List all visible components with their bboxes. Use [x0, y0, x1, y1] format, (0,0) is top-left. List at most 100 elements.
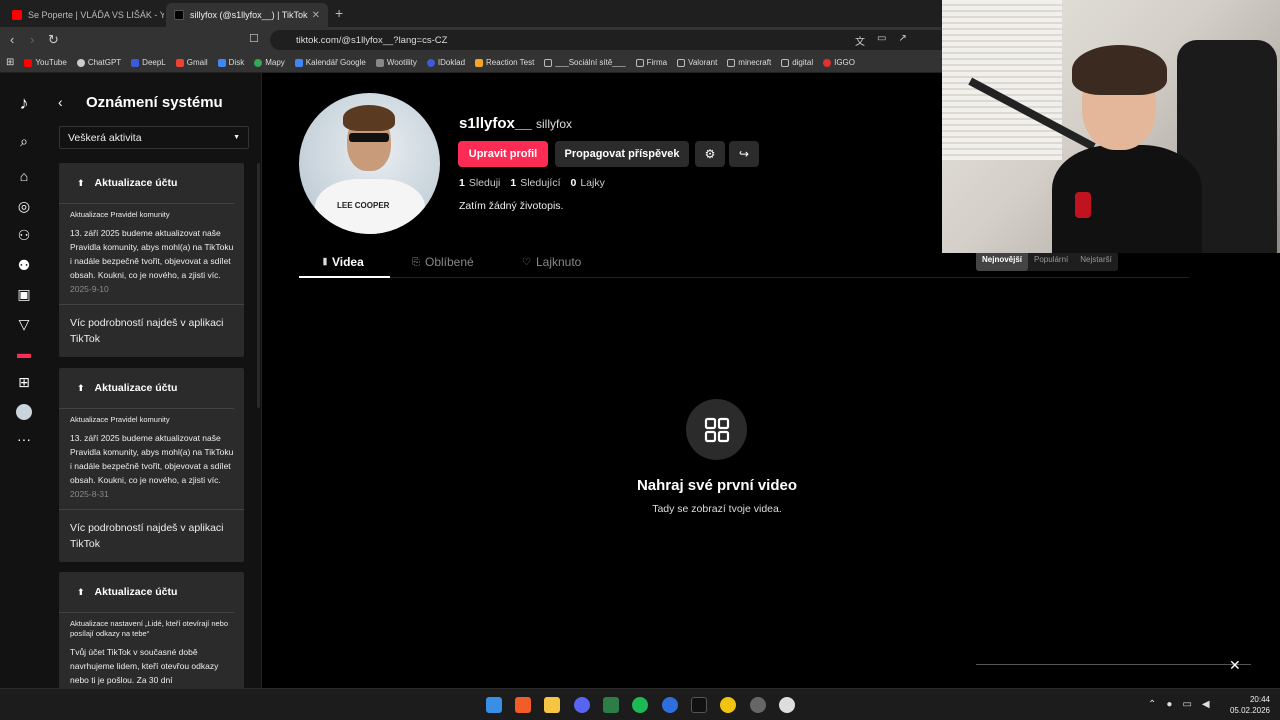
card-body: 13. září 2025 budeme aktualizovat naše P…: [70, 432, 234, 499]
tiktok-logo-icon[interactable]: ♪: [14, 93, 34, 113]
friends-icon[interactable]: ⚉: [14, 255, 34, 275]
notification-card: ⬆ Aktualizace účtu Aktualizace Pravidel k…: [59, 368, 244, 562]
spotify-icon[interactable]: [632, 697, 648, 713]
settings-gear-icon[interactable]: [779, 697, 795, 713]
sort-newest[interactable]: Nejnovější: [976, 251, 1029, 271]
translate-icon[interactable]: 文: [855, 33, 865, 48]
bookmark-item[interactable]: Mapy: [254, 58, 285, 67]
upload-icon[interactable]: ⊞: [14, 372, 34, 392]
profile-avatar-icon[interactable]: [14, 401, 34, 421]
windows-start-icon[interactable]: [486, 697, 502, 713]
following-icon[interactable]: ⚇: [14, 225, 34, 245]
windows-taskbar: ⌃ ● ▭ ◀ 20:44 05.02.2026: [0, 688, 1280, 720]
idoklad-icon: [426, 58, 435, 67]
card-date: 2025-8-31: [70, 488, 109, 499]
clock-date: 05.02.2026: [1229, 706, 1270, 715]
share-profile-icon[interactable]: ↪: [729, 141, 759, 167]
bookmark-icon[interactable]: ☐: [249, 32, 259, 45]
home-icon[interactable]: ⌂: [14, 166, 34, 186]
share-icon[interactable]: ↗: [898, 33, 906, 48]
bookmark-folder[interactable]: digital: [781, 58, 813, 67]
youtube-icon: [12, 10, 22, 20]
profile-avatar[interactable]: LEE COOPER: [299, 93, 440, 234]
messages-icon[interactable]: ▽: [14, 314, 34, 334]
bookmark-item[interactable]: Kalendář Google: [294, 58, 366, 67]
back-arrow-icon[interactable]: ‹: [58, 94, 63, 110]
sort-oldest[interactable]: Nejstarší: [1074, 251, 1118, 271]
wootility-icon: [375, 58, 384, 67]
followers-stat[interactable]: 1 Sledující: [510, 177, 560, 189]
volume-icon[interactable]: ◀: [1202, 699, 1210, 710]
folder-icon: [727, 58, 736, 67]
notification-card: ⬆ Aktualizace účtu Aktualizace Pravidel k…: [59, 163, 244, 357]
bookmark-folder[interactable]: minecraft: [727, 58, 771, 67]
sort-popular[interactable]: Populární: [1028, 251, 1074, 271]
activity-filter-dropdown[interactable]: Veškerá aktivita ▼: [59, 126, 249, 149]
taskbar-clock[interactable]: 20:44 05.02.2026: [1224, 694, 1270, 716]
bookmark-item[interactable]: ChatGPT: [76, 58, 121, 67]
terminal-icon[interactable]: [691, 697, 707, 713]
card-footer-link[interactable]: Víc podrobností najdeš v aplikaci TikTok: [59, 508, 244, 562]
discord-icon[interactable]: [574, 697, 590, 713]
profile-username: s1llyfox__: [459, 115, 532, 132]
card-footer-link[interactable]: Víc podrobností najdeš v aplikaci TikTok: [59, 303, 244, 357]
following-stat[interactable]: 1 Sleduji: [459, 177, 500, 189]
close-icon[interactable]: ✕: [1229, 657, 1241, 674]
video-seekbar[interactable]: [976, 664, 1251, 665]
edit-profile-button[interactable]: Upravit profil: [458, 141, 548, 167]
reader-icon[interactable]: ▭: [877, 33, 886, 48]
more-icon[interactable]: ···: [14, 429, 34, 449]
bookmark-folder[interactable]: ___Sociální sítě___: [544, 58, 626, 67]
browser-tab-tiktok[interactable]: sillyfox (@s1llyfox__) | TikTok ✕: [166, 3, 328, 27]
bookmark-item[interactable]: IGGO: [823, 58, 855, 67]
search-icon[interactable]: ⌕: [14, 131, 34, 151]
steam-icon[interactable]: [750, 697, 766, 713]
bookmark-item[interactable]: IDoklad: [426, 58, 465, 67]
card-subtitle: Aktualizace nastavení „Lidé, kteří oteví…: [70, 619, 229, 638]
tab-favorites[interactable]: ⎘ Oblíbené: [412, 255, 474, 269]
microphone-icon[interactable]: ●: [1166, 699, 1172, 710]
brave-browser-icon[interactable]: [515, 697, 531, 713]
back-icon[interactable]: ‹: [10, 32, 14, 47]
calculator-icon[interactable]: [603, 697, 619, 713]
bookmark-folder[interactable]: Valorant: [677, 58, 717, 67]
filter-value: Veškerá aktivita: [68, 131, 142, 144]
bookmark-item[interactable]: YouTube: [24, 58, 67, 67]
close-tab-icon[interactable]: ✕: [312, 10, 320, 21]
browser-tab-youtube[interactable]: Se Poperte | VLÁĎA VS LIŠÁK - YouT...: [4, 3, 164, 27]
reload-icon[interactable]: ↻: [48, 32, 59, 48]
bookmark-item[interactable]: Reaction Test: [475, 58, 534, 67]
grid-icon: [686, 399, 747, 460]
bookmark-item[interactable]: Wootility: [375, 58, 417, 67]
apps-icon[interactable]: ⊞: [6, 57, 14, 68]
bookmark-item[interactable]: Gmail: [175, 58, 208, 67]
file-explorer-icon[interactable]: [544, 697, 560, 713]
promote-post-button[interactable]: Propagovat příspěvek: [555, 141, 689, 167]
forward-icon[interactable]: ›: [30, 32, 34, 47]
calendar-icon: [294, 58, 303, 67]
card-header: ⬆ Aktualizace účtu: [59, 572, 234, 613]
bookmark-folder[interactable]: Firma: [635, 58, 667, 67]
live-icon[interactable]: ▣: [14, 284, 34, 304]
system-notifications-panel: ‹ Oznámení systému Veškerá aktivita ▼ ⬆ A…: [48, 73, 262, 688]
settings-gear-icon[interactable]: ⚙: [695, 141, 725, 167]
bookmark-item[interactable]: DeepL: [131, 58, 166, 67]
system-tray: ⌃ ● ▭ ◀: [1148, 699, 1210, 710]
folder-icon: [635, 58, 644, 67]
url-text: tiktok.com/@s1llyfox__?lang=cs-CZ: [296, 34, 448, 46]
panel-scrollbar[interactable]: [257, 163, 260, 408]
network-icon[interactable]: ▭: [1182, 699, 1191, 710]
tab-videos[interactable]: ⦀ Videa: [323, 255, 364, 269]
empty-state-title: Nahraj své první video: [636, 477, 798, 494]
explore-icon[interactable]: ◎: [14, 196, 34, 216]
app-icon[interactable]: [662, 697, 678, 713]
app-icon[interactable]: [720, 697, 736, 713]
activity-icon[interactable]: ▬: [14, 343, 34, 363]
chevron-up-icon[interactable]: ⌃: [1148, 699, 1156, 710]
deepl-icon: [131, 58, 140, 67]
new-tab-button[interactable]: +: [335, 5, 343, 21]
tab-liked[interactable]: ♡ Lajknuto: [522, 255, 581, 269]
bookmark-item[interactable]: Disk: [217, 58, 244, 67]
bookmark-icon: ⎘: [412, 256, 420, 268]
notification-card: ⬆ Aktualizace účtu Aktualizace nastavení …: [59, 572, 244, 688]
